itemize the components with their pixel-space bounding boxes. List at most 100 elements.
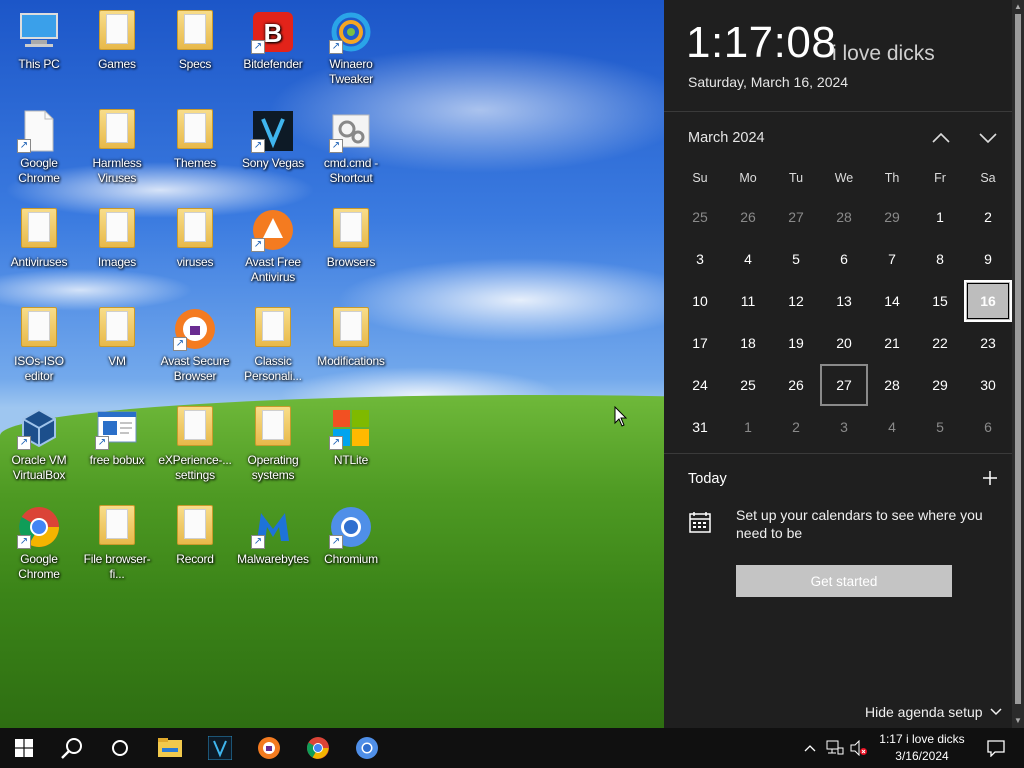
calendar-month-label[interactable]: March 2024 xyxy=(688,130,765,146)
window-icon: ↗ xyxy=(95,406,139,450)
add-event-button[interactable] xyxy=(982,466,998,492)
desktop-icon[interactable]: Record xyxy=(156,499,234,567)
calendar-day[interactable]: 29 xyxy=(916,364,964,406)
calendar-day[interactable]: 7 xyxy=(868,238,916,280)
calendar-day-outside-month[interactable]: 25 xyxy=(676,196,724,238)
desktop-icon[interactable]: ISOs-ISO editor xyxy=(0,301,78,384)
desktop-icon[interactable]: B ↗ Bitdefender xyxy=(234,4,312,72)
desktop-icon[interactable]: VM xyxy=(78,301,156,369)
scroll-up-icon[interactable]: ▲ xyxy=(1012,2,1024,11)
calendar-day[interactable]: 11 xyxy=(724,280,772,322)
calendar-day[interactable]: 30 xyxy=(964,364,1012,406)
start-button[interactable] xyxy=(0,728,48,768)
calendar-day[interactable]: 26 xyxy=(772,364,820,406)
calendar-day[interactable]: 3 xyxy=(676,238,724,280)
calendar-day-outside-month[interactable]: 1 xyxy=(724,406,772,448)
taskbar-clock[interactable]: 1:17 i love dicks 3/16/2024 xyxy=(872,731,972,765)
desktop-icon[interactable]: Images xyxy=(78,202,156,270)
desktop-icon[interactable]: Harmless Viruses xyxy=(78,103,156,186)
calendar-day-outside-month[interactable]: 2 xyxy=(772,406,820,448)
desktop-icon[interactable]: Modifications xyxy=(312,301,390,369)
calendar-day[interactable]: 28 xyxy=(868,364,916,406)
calendar-day[interactable]: 20 xyxy=(820,322,868,364)
calendar-day-outside-month[interactable]: 28 xyxy=(820,196,868,238)
calendar-day[interactable]: 24 xyxy=(676,364,724,406)
calendar-day-outside-month[interactable]: 3 xyxy=(820,406,868,448)
calendar-day[interactable]: 4 xyxy=(724,238,772,280)
desktop-icon[interactable]: ↗ Google Chrome xyxy=(0,103,78,186)
calendar-day[interactable]: 10 xyxy=(676,280,724,322)
calendar-day-outside-month[interactable]: 4 xyxy=(868,406,916,448)
calendar-day[interactable]: 15 xyxy=(916,280,964,322)
calendar-day-selected[interactable]: 27 xyxy=(820,364,868,406)
desktop-icon[interactable]: ↗ Malwarebytes xyxy=(234,499,312,567)
calendar-day-today[interactable]: 16 xyxy=(964,280,1012,322)
desktop-icon[interactable]: ↗ Oracle VM VirtualBox xyxy=(0,400,78,483)
desktop-icon[interactable]: Antiviruses xyxy=(0,202,78,270)
desktop-icon[interactable]: viruses xyxy=(156,202,234,270)
desktop-icon[interactable]: ↗ Avast Secure Browser xyxy=(156,301,234,384)
calendar-day[interactable]: 31 xyxy=(676,406,724,448)
calendar-day[interactable]: 1 xyxy=(916,196,964,238)
desktop-icon[interactable]: ↗ NTLite xyxy=(312,400,390,468)
calendar-day[interactable]: 5 xyxy=(772,238,820,280)
flyout-scrollbar[interactable]: ▲ ▼ xyxy=(1012,0,1024,728)
windows-logo-icon xyxy=(15,739,33,757)
calendar-day[interactable]: 6 xyxy=(820,238,868,280)
file-explorer-button[interactable] xyxy=(146,728,194,768)
desktop-icon[interactable]: ↗ cmd.cmd - Shortcut xyxy=(312,103,390,186)
network-button[interactable] xyxy=(824,728,846,768)
desktop-icon[interactable]: Classic Personali... xyxy=(234,301,312,384)
folder-icon xyxy=(251,406,295,450)
calendar-day[interactable]: 19 xyxy=(772,322,820,364)
calendar-day[interactable]: 13 xyxy=(820,280,868,322)
calendar-day[interactable]: 21 xyxy=(868,322,916,364)
sony-vegas-taskbar-button[interactable] xyxy=(196,728,244,768)
flyout-date-link[interactable]: Saturday, March 16, 2024 xyxy=(688,74,848,90)
calendar-day-outside-month[interactable]: 5 xyxy=(916,406,964,448)
calendar-day[interactable]: 18 xyxy=(724,322,772,364)
get-started-button[interactable]: Get started xyxy=(736,565,952,597)
calendar-day[interactable]: 8 xyxy=(916,238,964,280)
calendar-day[interactable]: 23 xyxy=(964,322,1012,364)
previous-month-button[interactable] xyxy=(926,124,956,152)
hide-agenda-setup-button[interactable]: Hide agenda setup xyxy=(865,704,1003,720)
calendar-day-outside-month[interactable]: 26 xyxy=(724,196,772,238)
desktop-icon[interactable]: ↗ Winaero Tweaker xyxy=(312,4,390,87)
calendar-day-outside-month[interactable]: 6 xyxy=(964,406,1012,448)
scrollbar-thumb[interactable] xyxy=(1015,14,1021,704)
calendar-day-outside-month[interactable]: 29 xyxy=(868,196,916,238)
desktop-icon[interactable]: ↗ Google Chrome xyxy=(0,499,78,582)
desktop-icon[interactable]: eXPerience-... settings xyxy=(156,400,234,483)
calendar-day[interactable]: 2 xyxy=(964,196,1012,238)
desktop-icon[interactable]: Games xyxy=(78,4,156,72)
chrome-taskbar-button[interactable] xyxy=(294,728,342,768)
calendar-day[interactable]: 12 xyxy=(772,280,820,322)
show-hidden-icons-button[interactable] xyxy=(800,728,820,768)
desktop-icon[interactable]: Themes xyxy=(156,103,234,171)
chromium-taskbar-button[interactable] xyxy=(343,728,391,768)
calendar-day[interactable]: 25 xyxy=(724,364,772,406)
avast-browser-taskbar-button[interactable] xyxy=(245,728,293,768)
action-center-button[interactable] xyxy=(976,728,1016,768)
search-button[interactable] xyxy=(48,728,96,768)
calendar-day[interactable]: 14 xyxy=(868,280,916,322)
volume-button[interactable] xyxy=(848,728,870,768)
desktop-icon[interactable]: File browser-fi... xyxy=(78,499,156,582)
calendar-week-row: 25 26 27 28 29 1 2 xyxy=(676,196,1012,238)
desktop-icon[interactable]: ↗ Sony Vegas xyxy=(234,103,312,171)
cortana-button[interactable] xyxy=(96,728,144,768)
desktop-icon[interactable]: Specs xyxy=(156,4,234,72)
calendar-day[interactable]: 17 xyxy=(676,322,724,364)
desktop-icon[interactable]: Browsers xyxy=(312,202,390,270)
calendar-day[interactable]: 22 xyxy=(916,322,964,364)
desktop-icon[interactable]: ↗ free bobux xyxy=(78,400,156,468)
calendar-day-outside-month[interactable]: 27 xyxy=(772,196,820,238)
desktop-icon[interactable]: This PC xyxy=(0,4,78,72)
desktop-icon[interactable]: ↗ Chromium xyxy=(312,499,390,567)
desktop-icon[interactable]: ↗ Avast Free Antivirus xyxy=(234,202,312,285)
desktop-icon[interactable]: Operating systems xyxy=(234,400,312,483)
next-month-button[interactable] xyxy=(973,124,1003,152)
scroll-down-icon[interactable]: ▼ xyxy=(1012,716,1024,725)
calendar-day[interactable]: 9 xyxy=(964,238,1012,280)
